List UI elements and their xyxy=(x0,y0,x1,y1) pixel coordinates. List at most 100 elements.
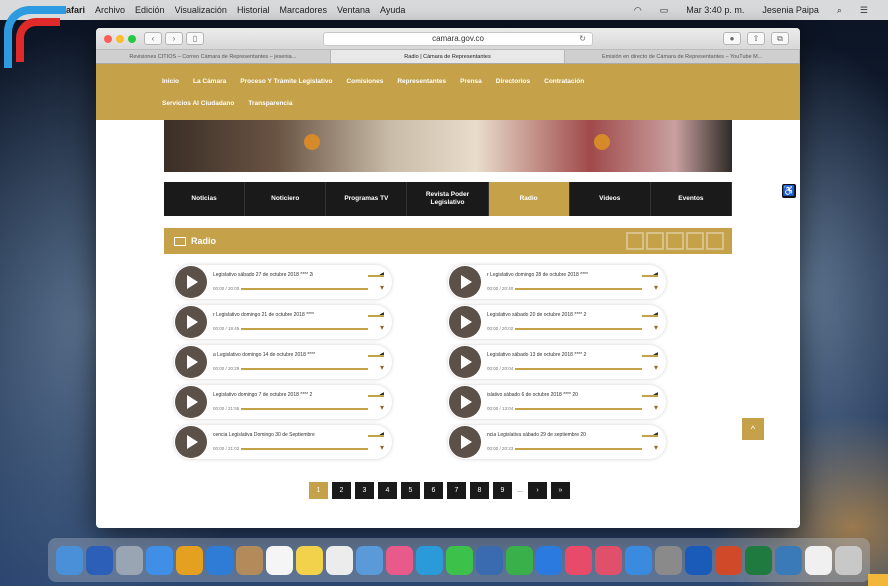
volume-slider[interactable] xyxy=(642,275,658,277)
volume-slider[interactable] xyxy=(642,435,658,437)
address-bar[interactable]: camara.gov.co ↻ xyxy=(323,31,593,46)
page-9[interactable]: 9 xyxy=(493,482,512,499)
siri-icon[interactable] xyxy=(85,545,113,575)
progress-track[interactable] xyxy=(241,368,368,370)
extension-icon[interactable]: ● xyxy=(723,32,741,45)
menubar-item-archivo[interactable]: Archivo xyxy=(95,5,125,15)
volume-slider[interactable] xyxy=(368,275,384,277)
download-icon[interactable]: ▾ xyxy=(654,323,658,332)
forward-button[interactable]: › xyxy=(165,32,183,45)
download-icon[interactable]: ▾ xyxy=(380,443,384,452)
reload-icon[interactable]: ↻ xyxy=(579,34,586,43)
photos-icon[interactable] xyxy=(385,545,413,575)
subnav-radio[interactable]: Radio xyxy=(488,182,570,216)
progress-track[interactable] xyxy=(515,448,642,450)
play-icon[interactable] xyxy=(175,386,207,418)
download-icon[interactable]: ▾ xyxy=(654,363,658,372)
nav-servicios-ciudadano[interactable]: Servicios Al Ciudadano xyxy=(162,100,234,107)
subnav-programas-tv[interactable]: Programas TV xyxy=(326,182,408,216)
accessibility-icon[interactable]: ♿ xyxy=(782,184,796,198)
calendar-icon[interactable] xyxy=(265,545,293,575)
page-4[interactable]: 4 xyxy=(378,482,397,499)
facetime-icon[interactable] xyxy=(445,545,473,575)
reminders-icon[interactable] xyxy=(325,545,353,575)
volume-slider[interactable] xyxy=(368,435,384,437)
mail-icon[interactable] xyxy=(205,545,233,575)
close-window-button[interactable] xyxy=(104,34,112,43)
play-icon[interactable] xyxy=(175,426,207,458)
nav-contratacion[interactable]: Contratación xyxy=(544,78,584,85)
safari-icon[interactable] xyxy=(145,545,173,575)
menubar-user[interactable]: Jesenia Paipa xyxy=(762,5,819,15)
document-icon[interactable] xyxy=(805,545,833,575)
nav-prensa[interactable]: Prensa xyxy=(460,78,482,85)
nav-proceso-tramite[interactable]: Proceso Y Trámite Legislativo xyxy=(240,78,332,85)
menubar-item-historial[interactable]: Historial xyxy=(237,5,270,15)
menubar-clock[interactable]: Mar 3:40 p. m. xyxy=(686,5,744,15)
page-5[interactable]: 5 xyxy=(401,482,420,499)
subnav-noticiero[interactable]: Noticiero xyxy=(245,182,327,216)
play-icon[interactable] xyxy=(449,386,481,418)
preview-icon[interactable] xyxy=(355,545,383,575)
tab-radio[interactable]: Radio | Cámara de Representantes xyxy=(330,50,566,63)
app-store-icon[interactable] xyxy=(625,545,653,575)
progress-track[interactable] xyxy=(515,328,642,330)
wifi-icon[interactable]: ◠ xyxy=(634,5,642,16)
progress-track[interactable] xyxy=(241,328,368,330)
sidebar-toggle-icon[interactable]: ▯ xyxy=(186,32,204,45)
back-button[interactable]: ‹ xyxy=(144,32,162,45)
spotlight-search-icon[interactable]: ⌕ xyxy=(837,5,842,16)
itunes-icon[interactable] xyxy=(565,545,593,575)
contacts-icon[interactable] xyxy=(235,545,263,575)
folder-icon[interactable] xyxy=(775,545,803,575)
download-icon[interactable]: ▾ xyxy=(380,403,384,412)
nav-representantes[interactable]: Representantes xyxy=(397,78,446,85)
trash-icon[interactable] xyxy=(835,545,863,575)
finder-icon[interactable] xyxy=(56,545,83,575)
subnav-videos[interactable]: Videos xyxy=(570,182,651,216)
download-icon[interactable]: ▾ xyxy=(380,323,384,332)
subnav-revista[interactable]: Revista Poder Legislativo xyxy=(407,182,489,216)
nav-la-camara[interactable]: La Cámara xyxy=(193,78,226,85)
menubar-item-marcadores[interactable]: Marcadores xyxy=(279,5,327,15)
play-icon[interactable] xyxy=(449,346,481,378)
page-2[interactable]: 2 xyxy=(332,482,351,499)
menubar-item-visualizacion[interactable]: Visualización xyxy=(175,5,227,15)
progress-track[interactable] xyxy=(241,408,368,410)
scroll-top-button[interactable]: ^ xyxy=(742,418,764,440)
nav-directorios[interactable]: Directorios xyxy=(496,78,530,85)
system-preferences-icon[interactable] xyxy=(655,545,683,575)
progress-track[interactable] xyxy=(515,408,642,410)
play-icon[interactable] xyxy=(175,306,207,338)
volume-slider[interactable] xyxy=(368,395,384,397)
numbers-icon[interactable] xyxy=(505,545,533,575)
messages-icon[interactable] xyxy=(415,545,443,575)
page-1[interactable]: 1 xyxy=(309,482,328,499)
volume-slider[interactable] xyxy=(368,355,384,357)
subnav-noticias[interactable]: Noticias xyxy=(164,182,246,216)
subnav-eventos[interactable]: Eventos xyxy=(651,182,732,216)
excel-icon[interactable] xyxy=(745,545,773,575)
play-icon[interactable] xyxy=(449,306,481,338)
progress-track[interactable] xyxy=(241,448,368,450)
nav-transparencia[interactable]: Transparencia xyxy=(248,100,292,107)
play-icon[interactable] xyxy=(175,346,207,378)
download-icon[interactable]: ▾ xyxy=(654,443,658,452)
volume-slider[interactable] xyxy=(368,315,384,317)
menubar-item-edicion[interactable]: Edición xyxy=(135,5,165,15)
nav-comisiones[interactable]: Comisiones xyxy=(346,78,383,85)
page-8[interactable]: 8 xyxy=(470,482,489,499)
volume-slider[interactable] xyxy=(642,395,658,397)
launchpad-icon[interactable] xyxy=(115,545,143,575)
ibooks-icon[interactable] xyxy=(595,545,623,575)
menubar-item-ayuda[interactable]: Ayuda xyxy=(380,5,405,15)
download-icon[interactable]: ▾ xyxy=(380,363,384,372)
new-tab-icon[interactable]: ⧉ xyxy=(771,32,789,45)
download-icon[interactable]: ▾ xyxy=(654,403,658,412)
page-7[interactable]: 7 xyxy=(447,482,466,499)
progress-track[interactable] xyxy=(241,288,368,290)
download-icon[interactable]: ▾ xyxy=(654,283,658,292)
last-page-button[interactable]: » xyxy=(551,482,570,499)
page-6[interactable]: 6 xyxy=(424,482,443,499)
tab-correo[interactable]: Revisiones CITIOS – Correo Cámara de Rep… xyxy=(96,50,331,63)
